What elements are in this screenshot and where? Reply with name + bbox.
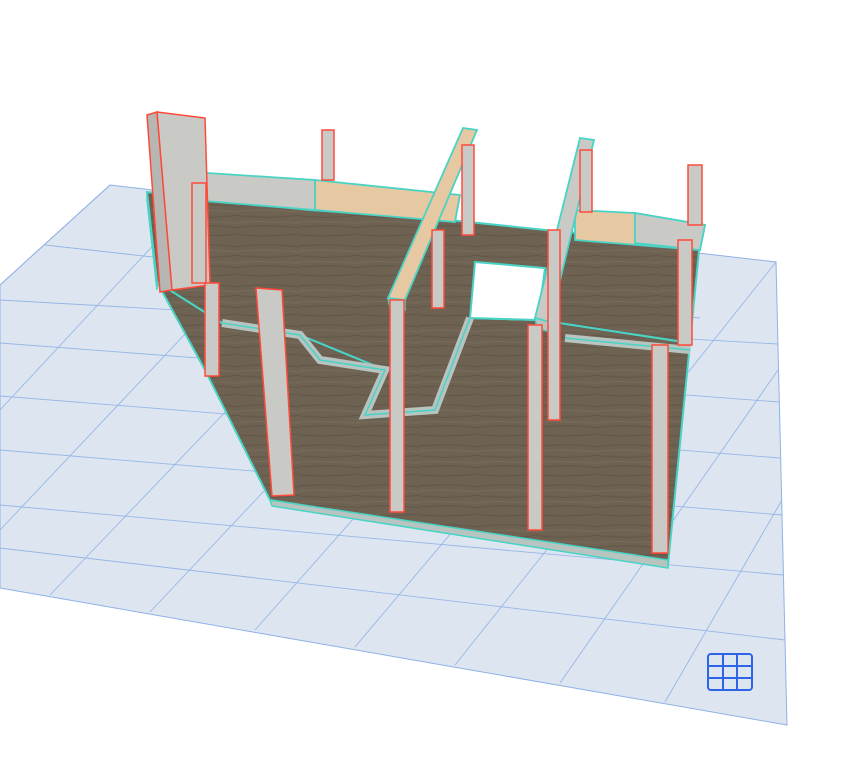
column[interactable] [677,239,693,346]
column[interactable] [687,164,703,226]
column[interactable] [579,149,593,213]
column[interactable] [651,344,669,554]
column[interactable] [204,282,220,377]
column[interactable] [547,229,561,421]
column[interactable] [431,229,445,309]
column[interactable] [461,144,475,236]
column[interactable] [321,129,335,181]
3d-viewport[interactable] [0,0,868,780]
column[interactable] [527,324,543,531]
column[interactable] [191,182,207,284]
column[interactable] [389,299,405,513]
